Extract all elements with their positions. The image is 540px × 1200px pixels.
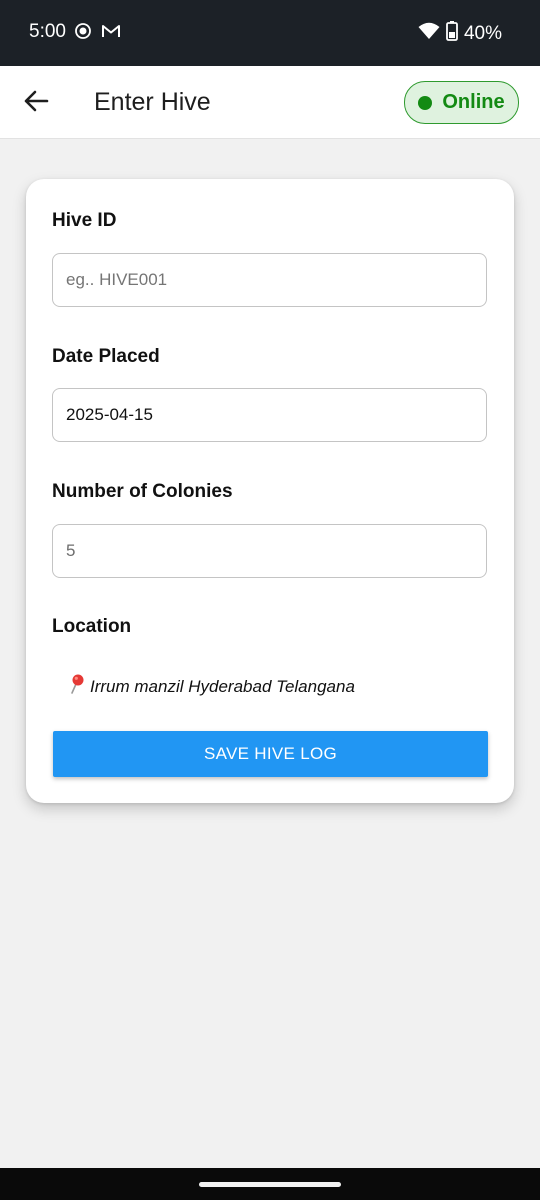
status-left-icons bbox=[74, 22, 121, 45]
online-dot-icon bbox=[418, 95, 433, 110]
back-button[interactable] bbox=[18, 85, 54, 121]
arrow-left-icon bbox=[23, 88, 49, 119]
status-right: 40% bbox=[418, 21, 502, 47]
status-badge: Online bbox=[404, 81, 519, 124]
status-bar: 5:00 40% bbox=[0, 0, 540, 66]
battery-icon bbox=[446, 21, 458, 47]
hive-form-card: Hive ID Date Placed Number of Colonies L… bbox=[26, 179, 514, 803]
location-value: Irrum manzil Hyderabad Telangana bbox=[90, 676, 355, 696]
status-badge-label: Online bbox=[442, 91, 505, 113]
battery-percent: 40% bbox=[463, 23, 502, 44]
system-nav-bar bbox=[0, 1168, 540, 1200]
colonies-input[interactable] bbox=[52, 524, 487, 578]
save-hive-log-button[interactable]: SAVE HIVE LOG bbox=[53, 731, 488, 777]
record-icon bbox=[74, 22, 92, 45]
page-title: Enter Hive bbox=[94, 88, 211, 116]
app-bar: Enter Hive Online bbox=[0, 66, 540, 139]
date-placed-label: Date Placed bbox=[52, 346, 160, 367]
wifi-icon bbox=[418, 22, 440, 46]
location-row: Irrum manzil Hyderabad Telangana bbox=[66, 673, 355, 700]
hive-id-input[interactable] bbox=[52, 253, 487, 307]
gmail-icon bbox=[101, 23, 121, 44]
location-label: Location bbox=[52, 616, 132, 637]
pin-icon bbox=[66, 673, 86, 700]
colonies-label: Number of Colonies bbox=[52, 481, 233, 502]
status-time: 5:00 bbox=[29, 21, 66, 42]
home-indicator[interactable] bbox=[199, 1182, 341, 1187]
hive-id-label: Hive ID bbox=[52, 210, 117, 231]
date-placed-input[interactable] bbox=[52, 388, 487, 442]
